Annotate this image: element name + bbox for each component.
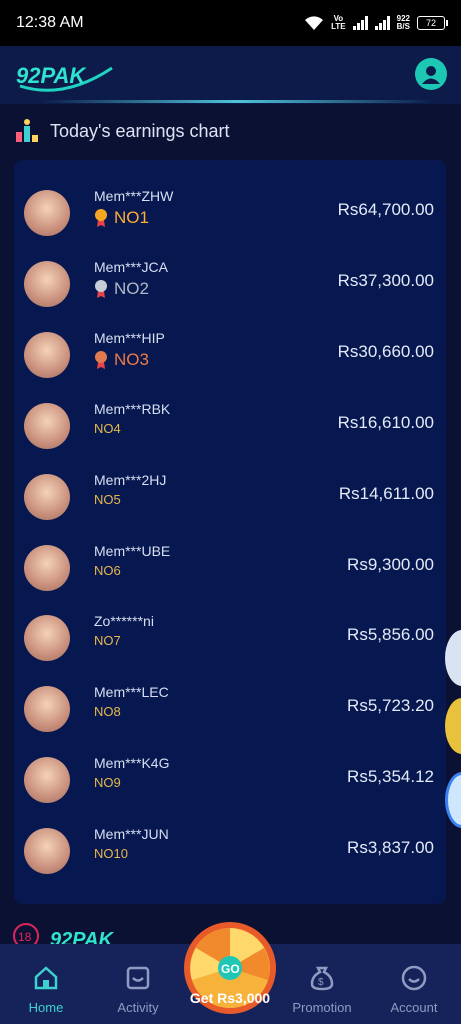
status-bar: 12:38 AM Vo LTE 922 B/S 72 [0,0,461,46]
avatar [24,474,70,520]
rank-label: NO10 [94,846,128,861]
podium-icon [16,119,38,142]
gold-medal-icon [95,209,107,227]
avatar [24,190,70,236]
leaderboard-row: Mem***JCA NO2 Rs37,300.00 [14,249,446,319]
earnings-leaderboard: Mem***ZHW NO1 Rs64,700.00 Mem***JCA NO2 … [14,160,446,904]
floating-promo-bubble[interactable] [445,698,461,754]
member-name: Mem***UBE [94,543,171,559]
signal-2-icon [374,16,390,30]
avatar [24,261,70,307]
rank-label: NO4 [94,421,121,436]
rank-label: NO8 [94,704,121,719]
activity-icon [126,966,150,990]
member-name: Mem***JCA [94,259,168,275]
status-time: 12:38 AM [16,14,84,31]
home-icon [34,966,58,990]
earnings-amount: Rs3,837.00 [347,838,434,857]
leaderboard-row: Mem***JUN NO10 Rs3,837.00 [14,816,446,886]
account-icon [401,965,427,991]
battery-icon: 72 [417,16,448,30]
member-name: Mem***RBK [94,401,171,417]
rank-label: NO1 [114,208,149,227]
earnings-amount: Rs16,610.00 [337,413,434,432]
spin-wheel-label: Get Rs3,000 [189,990,271,1006]
nav-activity-label: Activity [117,1000,159,1015]
spin-go-text: GO [221,962,240,976]
leaderboard-row: Mem***ZHW NO1 Rs64,700.00 [14,178,446,248]
signal-1-icon [352,16,368,30]
member-name: Mem***LEC [94,684,169,700]
member-name: Mem***2HJ [94,472,167,488]
header-divider [40,100,435,103]
member-name: Mem***HIP [94,330,165,346]
earnings-amount: Rs5,856.00 [347,625,434,644]
avatar [24,332,70,378]
rank-label: NO2 [114,279,149,298]
earnings-amount: Rs5,723.20 [347,696,434,715]
leaderboard-row: Mem***2HJ NO5 Rs14,611.00 [14,462,446,532]
member-name: Mem***ZHW [94,188,174,204]
network-speed: 922 B/S [396,14,410,31]
nav-account[interactable]: Account [368,964,460,1015]
avatar [24,828,70,874]
earnings-amount: Rs30,660.00 [337,342,434,361]
rank-label: NO9 [94,775,121,790]
earnings-chart-heading: Today's earnings chart [14,118,230,144]
nav-home[interactable]: Home [0,964,92,1015]
status-icons: Vo LTE 922 B/S 72 [304,14,448,31]
leaderboard-row: Mem***RBK NO4 Rs16,610.00 [14,391,446,461]
avatar [24,545,70,591]
rank-label: NO3 [114,350,149,369]
bronze-medal-icon [95,351,107,369]
silver-medal-icon [95,280,107,298]
floating-promo-bubble[interactable] [445,630,461,686]
leaderboard-row: Zo******ni NO7 Rs5,856.00 [14,603,446,673]
nav-promotion-label: Promotion [292,1000,352,1015]
nav-account-label: Account [390,1000,438,1015]
section-title: Today's earnings chart [50,120,230,141]
nav-activity[interactable]: Activity [92,964,184,1015]
nav-promotion[interactable]: $ Promotion [276,964,368,1015]
svg-text:18: 18 [18,930,32,944]
member-name: Mem***JUN [94,826,169,842]
avatar [24,757,70,803]
leaderboard-row: Mem***K4G NO9 Rs5,354.12 [14,745,446,815]
svg-text:$: $ [318,977,324,988]
earnings-amount: Rs5,354.12 [347,767,434,786]
member-name: Mem***K4G [94,755,170,771]
avatar [24,403,70,449]
rank-label: NO6 [94,563,121,578]
wifi-icon [305,16,324,30]
member-name: Zo******ni [94,613,154,629]
earnings-amount: Rs37,300.00 [337,271,434,290]
money-bag-icon: $ [310,966,334,991]
brand-logo[interactable]: 92PAK [14,56,118,96]
rank-label: NO5 [94,492,121,507]
leaderboard-row: Mem***HIP NO3 Rs30,660.00 [14,320,446,390]
earnings-amount: Rs9,300.00 [347,555,434,574]
avatar [24,686,70,732]
brand-logo-text: 92PAK [16,63,87,88]
volte-indicator: Vo LTE [331,14,346,31]
earnings-amount: Rs64,700.00 [337,200,434,219]
earnings-amount: Rs14,611.00 [338,484,434,503]
rank-label: NO7 [94,633,121,648]
leaderboard-row: Mem***UBE NO6 Rs9,300.00 [14,533,446,603]
app-header: 92PAK [0,46,461,104]
user-icon [422,66,440,84]
leaderboard-row: Mem***LEC NO8 Rs5,723.20 [14,674,446,744]
nav-home-label: Home [28,1000,64,1015]
floating-promo-bubble[interactable] [445,772,461,828]
avatar [24,615,70,661]
profile-avatar-button[interactable] [415,58,447,90]
